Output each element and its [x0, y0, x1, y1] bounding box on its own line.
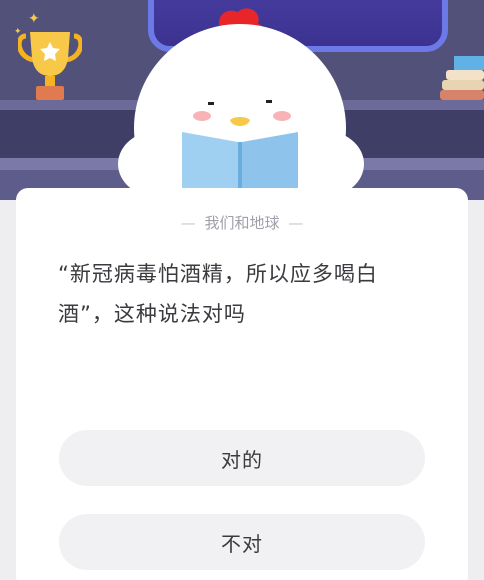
question-text: “新冠病毒怕酒精，所以应多喝白酒”，这种说法对吗 [58, 262, 378, 326]
subtitle-dash-right: — [288, 214, 304, 232]
quiz-category: — 我们和地球 — [16, 212, 468, 233]
books-icon [440, 56, 484, 100]
subtitle-dash-left: — [180, 214, 196, 232]
header-illustration: ✦ ✦ [0, 0, 484, 200]
quiz-card: — 我们和地球 — “新冠病毒怕酒精，所以应多喝白酒”，这种说法对吗 对的 不对 [16, 188, 468, 580]
answer-option-correct[interactable]: 对的 [59, 430, 425, 486]
category-label: 我们和地球 [204, 214, 280, 232]
option-label: 不对 [221, 531, 263, 556]
option-label: 对的 [221, 447, 263, 472]
trophy-icon [18, 32, 82, 100]
answer-option-wrong[interactable]: 不对 [59, 514, 425, 570]
chick-mascot [118, 8, 364, 200]
